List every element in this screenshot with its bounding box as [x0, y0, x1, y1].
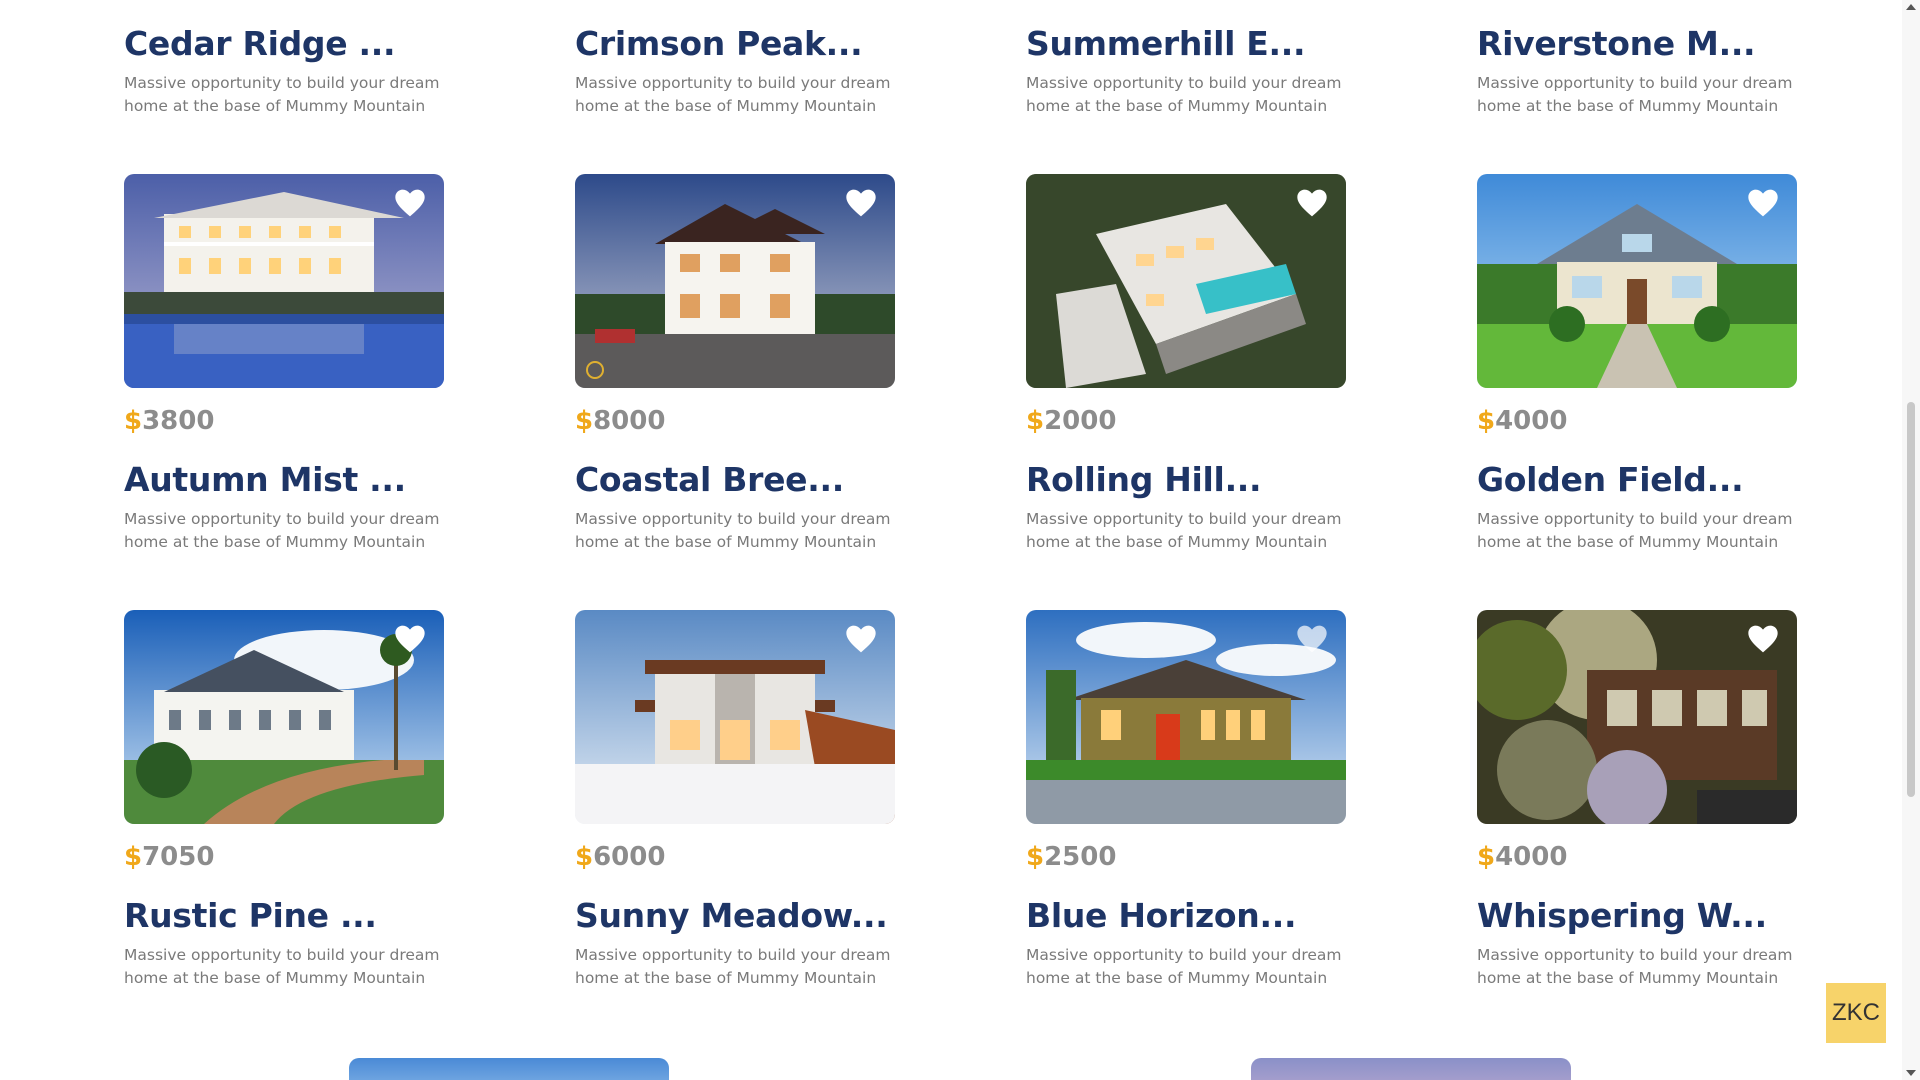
- property-image[interactable]: [1477, 174, 1797, 388]
- property-price: $2500: [1026, 840, 1346, 874]
- property-title[interactable]: Coastal Bree...: [575, 458, 895, 502]
- scroll-down-icon[interactable]: [1906, 1070, 1916, 1076]
- currency-symbol: $: [1477, 406, 1496, 436]
- property-card[interactable]: Riverstone M... Massive opportunity to b…: [1477, 22, 1797, 118]
- property-card[interactable]: Crimson Peak... Massive opportunity to b…: [575, 22, 895, 118]
- property-grid: Cedar Ridge ... Massive opportunity to b…: [124, 0, 1798, 990]
- property-card[interactable]: $3800 Autumn Mist ... Massive opportunit…: [124, 174, 444, 554]
- heart-icon[interactable]: [1747, 188, 1779, 218]
- property-price: $8000: [575, 404, 895, 438]
- property-card[interactable]: Cedar Ridge ... Massive opportunity to b…: [124, 22, 444, 118]
- currency-symbol: $: [1477, 842, 1496, 872]
- price-value: 7050: [142, 842, 215, 872]
- heart-icon[interactable]: [845, 188, 877, 218]
- property-price: $6000: [575, 840, 895, 874]
- heart-icon[interactable]: [845, 624, 877, 654]
- property-card[interactable]: Summerhill E... Massive opportunity to b…: [1026, 22, 1346, 118]
- property-image[interactable]: [1026, 610, 1346, 824]
- property-card[interactable]: $6000 Sunny Meadow... Massive opportunit…: [575, 610, 895, 990]
- property-price: $4000: [1477, 840, 1797, 874]
- listings-page: Cedar Ridge ... Massive opportunity to b…: [0, 0, 1920, 1080]
- heart-icon[interactable]: [1296, 188, 1328, 218]
- property-image[interactable]: [575, 174, 895, 388]
- property-description: Massive opportunity to build your dream …: [1477, 510, 1793, 551]
- property-title[interactable]: Sunny Meadow...: [575, 894, 895, 938]
- scroll-up-icon[interactable]: [1906, 4, 1916, 10]
- property-title[interactable]: Rustic Pine ...: [124, 894, 444, 938]
- property-description: Massive opportunity to build your dream …: [1477, 946, 1793, 987]
- price-value: 8000: [593, 406, 666, 436]
- property-description: Massive opportunity to build your dream …: [1026, 74, 1342, 115]
- property-card[interactable]: $2500 Blue Horizon... Massive opportunit…: [1026, 610, 1346, 990]
- property-card[interactable]: $7050 Rustic Pine ... Massive opportunit…: [124, 610, 444, 990]
- property-description: Massive opportunity to build your dream …: [124, 946, 440, 987]
- property-price: $2000: [1026, 404, 1346, 438]
- property-price: $3800: [124, 404, 444, 438]
- price-value: 6000: [593, 842, 666, 872]
- heart-icon[interactable]: [394, 188, 426, 218]
- property-title[interactable]: Whispering W...: [1477, 894, 1797, 938]
- price-value: 3800: [142, 406, 215, 436]
- price-value: 2000: [1044, 406, 1117, 436]
- zkc-badge: ZKC: [1826, 983, 1886, 1043]
- property-image-partial[interactable]: [349, 1058, 669, 1080]
- property-description: Massive opportunity to build your dream …: [124, 510, 440, 551]
- property-title[interactable]: Summerhill E...: [1026, 22, 1346, 66]
- property-description: Massive opportunity to build your dream …: [575, 946, 891, 987]
- price-value: 2500: [1044, 842, 1117, 872]
- heart-icon[interactable]: [394, 624, 426, 654]
- property-card[interactable]: $4000 Whispering W... Massive opportunit…: [1477, 610, 1797, 990]
- property-card[interactable]: $4000 Golden Field... Massive opportunit…: [1477, 174, 1797, 554]
- property-description: Massive opportunity to build your dream …: [1026, 510, 1342, 551]
- currency-symbol: $: [124, 842, 143, 872]
- property-price: $7050: [124, 840, 444, 874]
- property-title[interactable]: Crimson Peak...: [575, 22, 895, 66]
- property-description: Massive opportunity to build your dream …: [1477, 74, 1793, 115]
- heart-icon[interactable]: [1747, 624, 1779, 654]
- property-price: $4000: [1477, 404, 1797, 438]
- currency-symbol: $: [575, 406, 594, 436]
- property-title[interactable]: Autumn Mist ...: [124, 458, 444, 502]
- property-image[interactable]: [1026, 174, 1346, 388]
- price-value: 4000: [1495, 842, 1568, 872]
- currency-symbol: $: [1026, 842, 1045, 872]
- property-image-partial[interactable]: [1251, 1058, 1571, 1080]
- scrollbar-thumb[interactable]: [1907, 402, 1915, 797]
- property-description: Massive opportunity to build your dream …: [575, 74, 891, 115]
- heart-icon[interactable]: [1296, 624, 1328, 654]
- property-description: Massive opportunity to build your dream …: [1026, 946, 1342, 987]
- property-card[interactable]: $2000 Rolling Hill... Massive opportunit…: [1026, 174, 1346, 554]
- currency-symbol: $: [1026, 406, 1045, 436]
- property-description: Massive opportunity to build your dream …: [575, 510, 891, 551]
- vertical-scrollbar[interactable]: [1902, 0, 1920, 1080]
- price-value: 4000: [1495, 406, 1568, 436]
- currency-symbol: $: [124, 406, 143, 436]
- property-title[interactable]: Cedar Ridge ...: [124, 22, 444, 66]
- property-card[interactable]: $8000 Coastal Bree... Massive opportunit…: [575, 174, 895, 554]
- property-image[interactable]: [1477, 610, 1797, 824]
- property-description: Massive opportunity to build your dream …: [124, 74, 440, 115]
- property-image[interactable]: [124, 610, 444, 824]
- currency-symbol: $: [575, 842, 594, 872]
- property-title[interactable]: Riverstone M...: [1477, 22, 1797, 66]
- property-image[interactable]: [124, 174, 444, 388]
- property-title[interactable]: Blue Horizon...: [1026, 894, 1346, 938]
- property-title[interactable]: Rolling Hill...: [1026, 458, 1346, 502]
- property-title[interactable]: Golden Field...: [1477, 458, 1797, 502]
- property-image[interactable]: [575, 610, 895, 824]
